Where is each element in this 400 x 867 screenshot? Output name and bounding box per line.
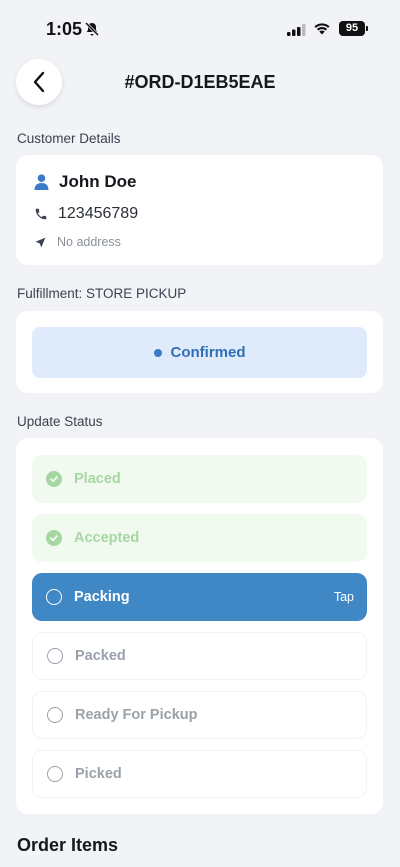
status-step-label: Packed [75,648,126,664]
status-step-picked: Picked [32,750,367,798]
customer-address-row: No address [34,235,121,249]
status-step-ready-for-pickup: Ready For Pickup [32,691,367,739]
empty-circle-icon [47,766,63,782]
check-circle-icon [46,530,62,546]
order-status-badge: Confirmed [32,327,367,378]
status-step-placed: Placed [32,455,367,503]
customer-phone: 123456789 [58,205,139,222]
wifi-icon [313,21,331,40]
order-items-heading: Order Items [17,835,119,855]
update-status-section-label: Update Status [17,414,103,429]
person-icon [34,174,49,190]
customer-phone-row: 123456789 [34,205,138,223]
update-status-card: Placed Accepted Packing Tap Packed Ready… [16,438,383,814]
status-step-label: Accepted [74,530,140,546]
cellular-signal-icon [287,23,307,41]
status-step-packed: Packed [32,632,367,680]
customer-card: John Doe 123456789 No address [16,155,383,265]
order-status-text: Confirmed [170,344,246,361]
fulfillment-card: Confirmed [16,311,383,393]
phone-icon [35,208,47,220]
customer-name: John Doe [59,172,137,191]
status-step-label: Placed [74,471,121,487]
status-step-label: Picked [75,766,122,782]
location-arrow-icon [35,237,46,247]
tap-hint: Tap [333,590,354,604]
bell-muted-icon [84,21,100,37]
status-step-packing[interactable]: Packing Tap [32,573,367,621]
status-step-label: Ready For Pickup [75,707,198,723]
status-step-label: Packing [74,589,130,605]
check-circle-icon [46,471,62,487]
empty-circle-icon [46,589,62,605]
status-step-accepted: Accepted [32,514,367,562]
battery-indicator: 95 [339,21,368,36]
status-bar: 1:05 95 [0,0,400,58]
empty-circle-icon [47,648,63,664]
customer-name-row: John Doe [34,172,136,192]
empty-circle-icon [47,707,63,723]
fulfillment-section-label: Fulfillment: STORE PICKUP [17,286,187,301]
customer-section-label: Customer Details [17,131,121,146]
status-time: 1:05 [46,19,83,39]
status-dot-icon [153,348,162,357]
page-title: #ORD-D1EB5EAE [124,72,276,92]
customer-address: No address [57,235,121,249]
